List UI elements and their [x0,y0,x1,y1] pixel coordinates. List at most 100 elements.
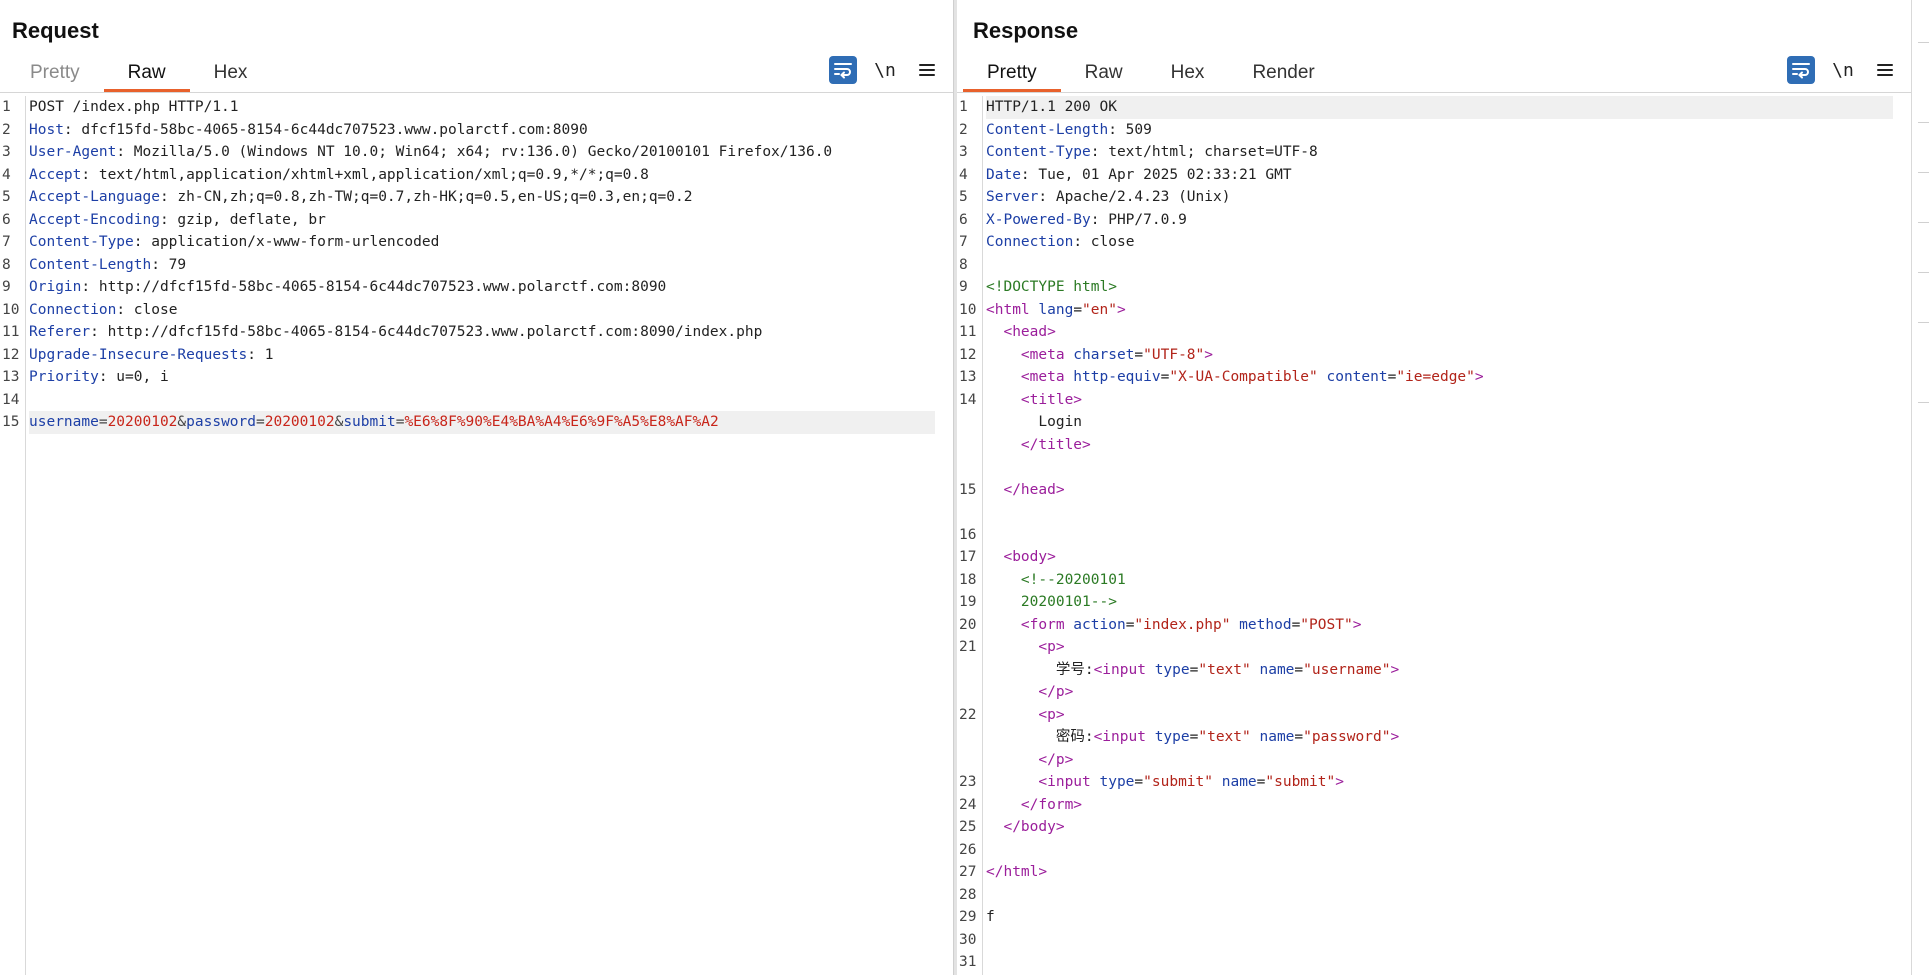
code-token: HTTP/1.1 200 OK [986,99,1117,115]
code-token: <title> [986,391,1083,408]
line-number: 12 [959,346,977,363]
line-number: 7 [2,234,11,250]
code-token: Upgrade-Insecure-Requests [29,346,248,363]
code-token: > [1390,729,1400,745]
code-token: Connection [986,234,1074,250]
code-token: Origin [29,279,82,295]
line-number: 10 [2,301,20,318]
code-line: 25 </body> [959,816,1893,839]
code-line: 学号:<input type="text" name="username"> [986,659,1893,682]
code-token: </body> [986,819,1065,835]
code-token: Content-Length [986,121,1109,138]
code-line: 8 [959,254,1893,277]
code-token: <input [1093,661,1146,678]
code-line: 15 </head> [959,479,1893,502]
line-number: 26 [959,841,977,858]
code-line: 17 <body> [959,546,1893,569]
response-code[interactable]: 1 HTTP/1.1 200 OK 2 Content-Length: 509 3 Con… [959,96,1893,974]
code-token: </p> [986,751,1074,768]
request-tabbar-divider [0,92,953,93]
code-token: <head> [986,324,1056,340]
code-token: name [1213,774,1257,790]
code-token: = [1073,301,1083,318]
code-line: 5 Accept-Language: zh-CN,zh;q=0.8,zh-TW;q… [2,186,935,209]
tab-request-hex[interactable]: Hex [190,56,272,90]
code-line: 26 [959,839,1893,862]
code-line: 4 Accept: text/html,application/xhtml+xml… [2,164,935,187]
text-wrap-icon[interactable] [829,56,857,84]
code-line: 31 [959,951,1893,974]
request-editor[interactable]: 1 POST /index.php HTTP/1.1 2 Host: dfcf15fd… [0,96,953,975]
code-token: : gzip, deflate, br [159,211,326,228]
line-number: 24 [959,796,977,813]
code-token: </title> [986,436,1091,453]
code-token: : text/html; charset=UTF-8 [1090,144,1318,160]
code-line: 6 X-Powered-By: PHP/7.0.9 [959,209,1893,232]
code-line: 27 </html> [959,861,1893,884]
code-line: 15 username=20200102&password=20200102&su… [2,411,935,434]
code-token: Referer [29,324,91,340]
code-token: "text" [1198,661,1251,678]
newline-toggle-button[interactable]: \n [871,56,899,84]
code-token: type [1145,661,1190,678]
newline-toggle-button[interactable]: \n [1829,56,1857,84]
code-token: <input [1093,729,1146,745]
code-token: <!DOCTYPE html> [986,279,1117,295]
line-number: 10 [959,301,977,318]
request-code[interactable]: 1 POST /index.php HTTP/1.1 2 Host: dfcf15fd… [2,96,935,434]
code-line: 5 Server: Apache/2.4.23 (Unix) [959,186,1893,209]
code-token: <meta [986,346,1065,363]
code-token: 20200102 [107,414,178,430]
code-line: 21 <p> [959,636,1893,659]
code-token: Priority [29,369,99,385]
code-token: = [1134,346,1144,363]
line-number: 6 [959,211,968,228]
code-token: POST /index.php HTTP/1.1 [29,99,239,115]
code-line: </p> [986,749,1893,772]
code-token: <body> [986,549,1056,565]
line-number: 23 [959,774,977,790]
line-number: 20 [959,616,977,633]
code-line: 13 Priority: u=0, i [2,366,935,389]
hamburger-menu-icon[interactable] [913,56,941,84]
code-token: < [986,301,995,318]
tab-request-raw[interactable]: Raw [103,56,190,92]
code-token: method [1230,616,1292,633]
code-token: : u=0, i [98,369,169,385]
line-number: 3 [2,144,11,160]
code-line: 2 Host: dfcf15fd-58bc-4065-8154-6c44dc707… [2,119,935,142]
tab-response-raw[interactable]: Raw [1061,56,1147,90]
tab-response-pretty[interactable]: Pretty [963,56,1061,92]
code-line: 3 Content-Type: text/html; charset=UTF-8 [959,141,1893,164]
code-token: "POST" [1300,616,1353,633]
code-token: : text/html,application/xhtml+xml,applic… [81,166,649,183]
tab-request-pretty[interactable]: Pretty [6,56,104,90]
code-line: 20 <form action="index.php" method="POST… [959,614,1893,637]
line-number: 1 [2,99,11,115]
code-line: 1 POST /index.php HTTP/1.1 [2,96,935,119]
code-token: Accept-Language [29,189,160,205]
code-token: : 1 [247,346,274,363]
tab-response-hex[interactable]: Hex [1147,56,1229,90]
response-tabbar-divider [957,92,1911,93]
code-token: > [1116,301,1126,318]
code-token: "X-UA-Compatible" [1169,369,1318,385]
code-line: </p> [986,681,1893,704]
code-line: 10 Connection: close [2,299,935,322]
line-number: 17 [959,549,977,565]
hamburger-menu-icon[interactable] [1871,56,1899,84]
code-token: Server [986,189,1039,205]
response-editor[interactable]: 1 HTTP/1.1 200 OK 2 Content-Length: 509 3 Con… [957,96,1911,975]
right-side-rail [1911,0,1929,975]
tab-response-render[interactable]: Render [1228,56,1338,90]
code-token: </p> [986,684,1074,700]
text-wrap-icon[interactable] [1787,56,1815,84]
code-line: 2 Content-Length: 509 [959,119,1893,142]
code-token: : Apache/2.4.23 (Unix) [1038,189,1231,205]
code-token: : http://dfcf15fd-58bc-4065-8154-6c44dc7… [81,279,667,295]
line-number: 14 [2,391,20,408]
line-number: 13 [2,369,20,385]
code-line: 12 <meta charset="UTF-8"> [959,344,1893,367]
code-token: = [256,414,265,430]
